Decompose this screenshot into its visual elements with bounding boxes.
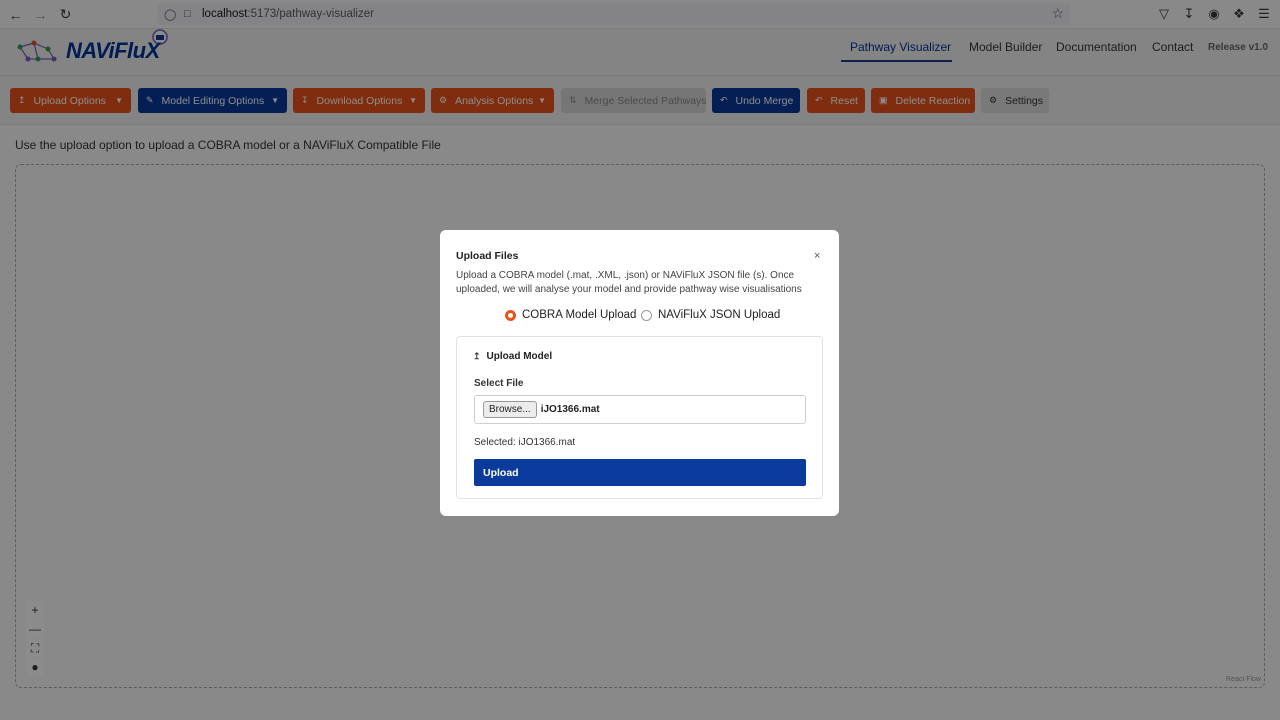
select-file-label: Select File: [474, 378, 524, 389]
radio-checked-icon[interactable]: [505, 309, 516, 321]
modal-description: Upload a COBRA model (.mat, .XML, .json)…: [456, 270, 802, 295]
card-header: ↥ Upload Model: [473, 351, 553, 362]
close-icon[interactable]: ×: [814, 250, 820, 262]
upload-icon: ↥: [473, 351, 481, 361]
radio-unchecked-icon[interactable]: [641, 309, 652, 321]
selected-file-text: Selected: iJO1366.mat: [474, 437, 576, 448]
upload-model-card: ↥ Upload Model Select File Browse... iJO…: [456, 336, 823, 499]
radio-navieflux-json-upload[interactable]: NAViFluX JSON Upload: [641, 309, 780, 321]
file-input[interactable]: Browse... iJO1366.mat: [474, 395, 806, 424]
upload-button[interactable]: Upload: [474, 459, 806, 486]
selected-file-name: iJO1366.mat: [540, 404, 600, 415]
upload-files-modal: Upload Files × Upload a COBRA model (.ma…: [440, 230, 839, 516]
modal-title: Upload Files: [456, 250, 519, 262]
radio-cobra-model-upload[interactable]: COBRA Model Upload: [505, 309, 636, 321]
browse-button[interactable]: Browse...: [483, 401, 537, 418]
